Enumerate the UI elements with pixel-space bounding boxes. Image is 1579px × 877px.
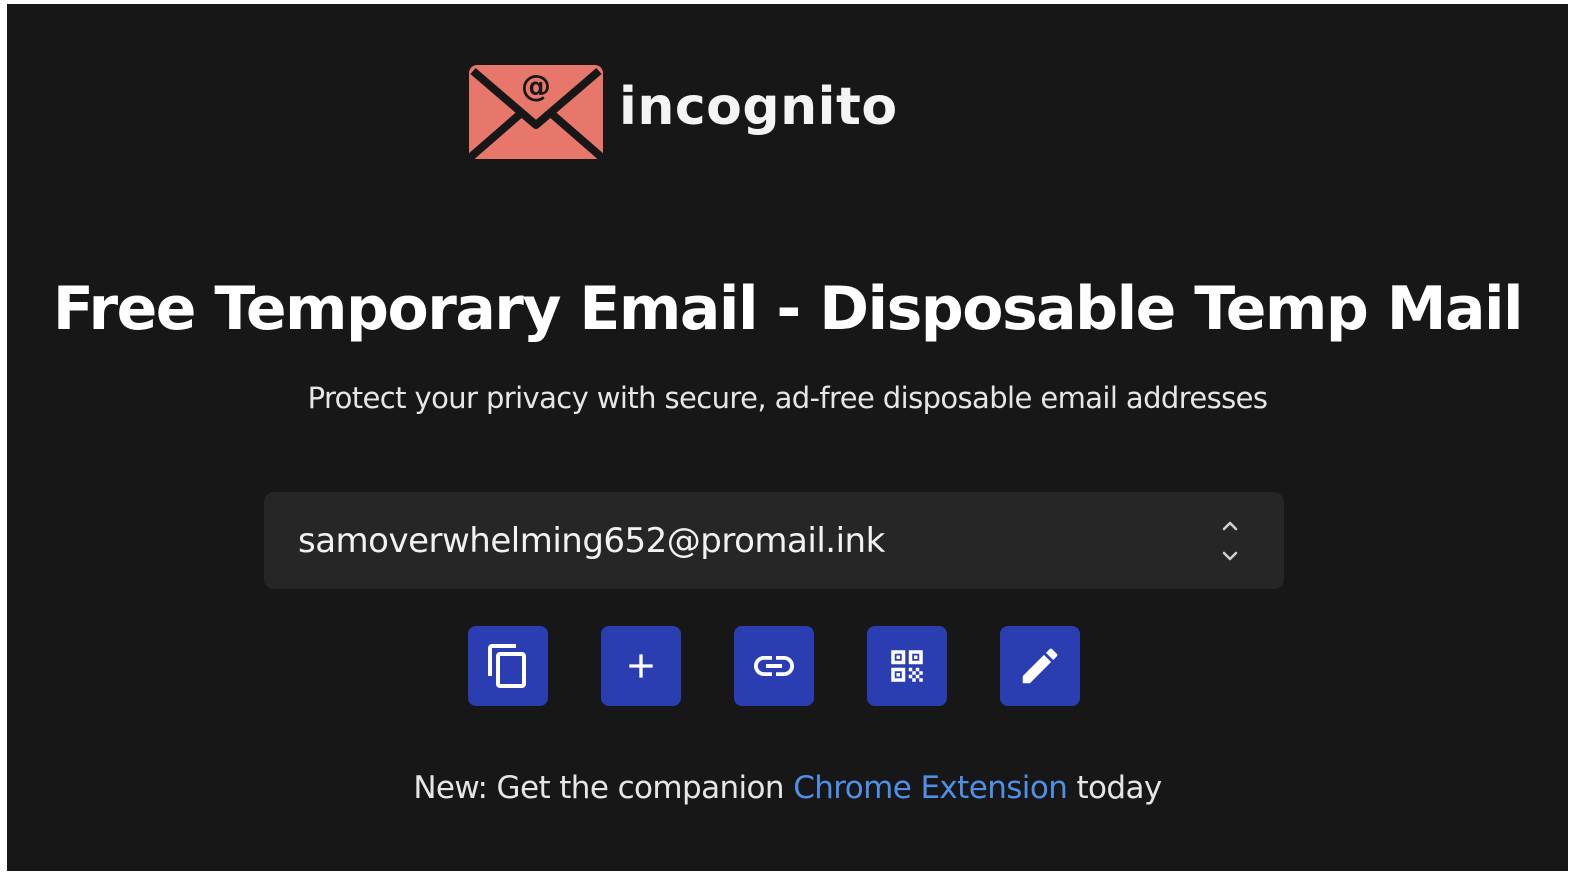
edit-email-button[interactable] [1000,626,1080,706]
page-title: Free Temporary Email - Disposable Temp M… [52,274,1524,344]
envelope-at-icon: @ [469,65,603,159]
brand-logo[interactable]: @ incognito [469,61,898,161]
brand-name: incognito [619,77,898,137]
pencil-icon [1022,648,1058,684]
email-address-select[interactable]: samoverwhelming652@promail.ink [264,492,1284,589]
extension-promo: New: Get the companion Chrome Extension … [7,766,1568,810]
selected-email-address: samoverwhelming652@promail.ink [298,520,885,561]
qr-code-icon [891,650,923,682]
chevron-up-down-icon [1222,521,1238,561]
chrome-extension-link[interactable]: Chrome Extension [793,770,1068,806]
svg-text:@: @ [521,69,551,104]
link-icon [754,656,794,676]
qr-code-button[interactable] [867,626,947,706]
plus-icon [629,654,653,678]
page-subtitle: Protect your privacy with secure, ad-fre… [307,381,1268,415]
promo-suffix: today [1067,770,1163,806]
copy-icon [488,644,526,688]
share-link-button[interactable] [734,626,814,706]
promo-prefix: New: Get the companion [413,770,794,806]
new-email-button[interactable] [601,626,681,706]
page-frame: @ incognito Free Temporary Email - Dispo… [7,4,1568,871]
copy-button[interactable] [468,626,548,706]
